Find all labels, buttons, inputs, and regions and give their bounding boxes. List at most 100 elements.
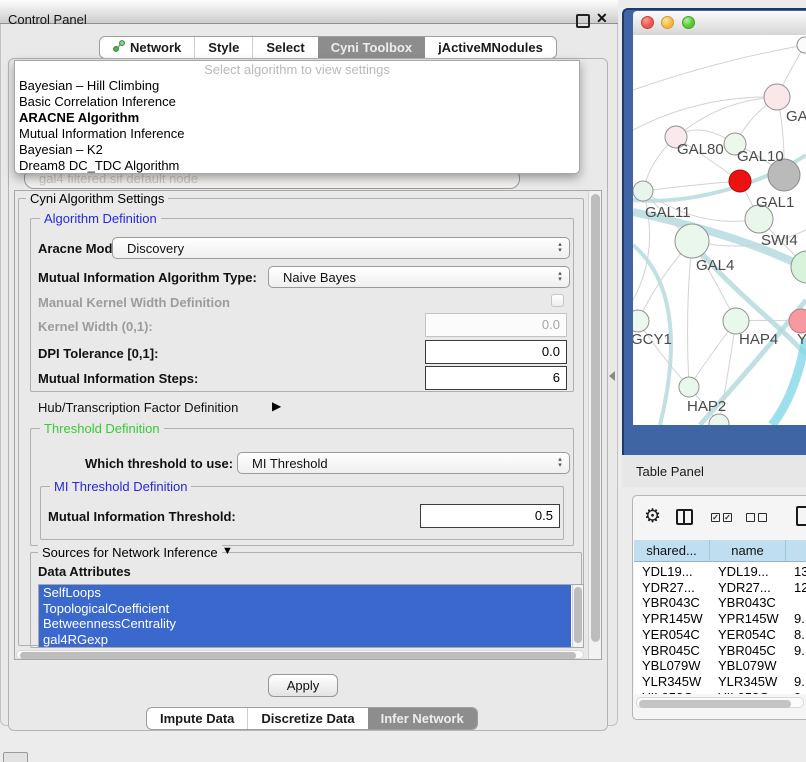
network-node-hap2[interactable] (679, 377, 699, 397)
data-attributes-list[interactable]: SelfLoopsTopologicalCoefficientBetweenne… (38, 584, 584, 648)
table-cell[interactable]: YDL19... (642, 564, 710, 579)
tab-style[interactable]: Style (194, 37, 252, 58)
table-cell[interactable]: 12 (794, 580, 806, 595)
network-node-partial-top[interactable] (797, 37, 806, 53)
network-node-gal11[interactable] (633, 181, 653, 201)
network-node-gcy1[interactable] (633, 310, 649, 332)
tab-label: Style (208, 40, 239, 55)
tab-cyni-toolbox[interactable]: Cyni Toolbox (318, 37, 425, 58)
close-icon[interactable]: ✕ (596, 10, 608, 27)
network-node-swi4[interactable] (791, 251, 806, 283)
mi-algorithm-type-label: Mutual Information Algorithm Type: (38, 270, 257, 285)
float-window-icon[interactable] (576, 14, 590, 28)
column-header-a[interactable]: A (786, 540, 806, 562)
select-all-checkboxes-icon[interactable]: ✓ ✓ (711, 513, 732, 522)
zoom-traffic-light-icon[interactable] (682, 16, 695, 29)
close-traffic-light-icon[interactable] (641, 16, 654, 29)
tab-select[interactable]: Select (252, 37, 317, 58)
table-cell[interactable]: YBR045C (718, 643, 786, 658)
algorithm-option-dream8-dc-tdc-algorithm[interactable]: Dream8 DC_TDC Algorithm (15, 158, 579, 174)
network-node-gal-clipped[interactable] (764, 84, 790, 110)
mi-steps-field[interactable]: 6 (425, 366, 567, 390)
algorithm-option-mutual-information-inference[interactable]: Mutual Information Inference (15, 126, 579, 142)
attribute-item-topologicalcoefficient[interactable]: TopologicalCoefficient (39, 601, 571, 617)
table-cell[interactable]: YBR043C (642, 595, 710, 610)
table-cell[interactable]: YER054C (642, 627, 710, 642)
table-cell[interactable]: YIL052C (718, 690, 786, 694)
network-edge[interactable] (688, 241, 692, 387)
apply-button[interactable]: Apply (268, 674, 338, 697)
column-layout-icon[interactable] (676, 509, 693, 525)
bottom-left-button[interactable] (3, 752, 28, 762)
table-cell[interactable]: YPR145W (642, 611, 710, 626)
table-document-icon[interactable] (796, 506, 806, 526)
settings-gear-icon[interactable]: ⚙ (644, 505, 661, 528)
table-horizontal-scrollbar[interactable] (636, 697, 804, 708)
algorithm-option-bayesian-k2[interactable]: Bayesian – K2 (15, 142, 579, 158)
table-cell[interactable]: YDR27... (642, 580, 710, 595)
mi-algorithm-type-select[interactable]: Naive Bayes ▴▾ (268, 266, 570, 288)
network-node-y-clipped[interactable] (789, 309, 806, 333)
mi-threshold-field[interactable]: 0.5 (420, 504, 560, 528)
node-table[interactable]: shared...nameAYDL19...YDL19...13YDR27...… (634, 540, 806, 694)
settings-vertical-scrollbar[interactable] (588, 191, 601, 659)
algorithm-option-bayesian-hill-climbing[interactable]: Bayesian – Hill Climbing (15, 78, 579, 94)
network-node-red-node[interactable] (729, 170, 751, 192)
stepper-arrows-icon: ▴▾ (551, 242, 569, 254)
algorithm-option-aracne-algorithm[interactable]: ARACNE Algorithm (15, 110, 579, 126)
table-cell[interactable]: 13 (794, 564, 806, 579)
table-cell[interactable]: YBR043C (718, 595, 786, 610)
attribute-list-scroll-thumb[interactable] (574, 587, 582, 643)
deselect-all-checkboxes-icon[interactable] (746, 513, 767, 522)
table-cell[interactable]: 9. (794, 643, 806, 658)
network-node-partial-bottom[interactable] (709, 414, 729, 425)
network-canvas[interactable]: GALGAL80GAL10GAL1GAL11GAL4SWI4GCY1HAP4YH… (633, 35, 806, 425)
sources-collapse-icon[interactable]: ▼ (222, 545, 233, 557)
network-window-titlebar[interactable] (633, 11, 806, 36)
column-header-name[interactable]: name (710, 540, 786, 562)
settings-horizontal-scrollbar[interactable] (16, 650, 584, 659)
minimize-traffic-light-icon[interactable] (661, 16, 674, 29)
table-cell[interactable]: 9 (794, 690, 806, 694)
splitter-handle[interactable] (609, 371, 615, 381)
control-panel-tabs: Network Style SelectCyni ToolboxjActiveMNo… (99, 36, 557, 59)
tab-infer-network[interactable]: Infer Network (368, 708, 477, 729)
table-cell[interactable]: YBR045C (642, 643, 710, 658)
column-header-shared[interactable]: shared... (634, 540, 710, 562)
settings-vertical-scroll-thumb[interactable] (591, 194, 600, 642)
table-cell[interactable]: YIL052C (642, 690, 710, 694)
which-threshold-select[interactable]: MI Threshold ▴▾ (237, 452, 570, 474)
tab-jactivemnodules[interactable]: jActiveMNodules (425, 37, 556, 58)
table-cell[interactable]: YBL079W (642, 658, 710, 673)
tab-network[interactable]: Network (100, 37, 194, 58)
table-cell[interactable]: YLR345W (642, 674, 710, 689)
table-horizontal-scroll-thumb[interactable] (639, 700, 791, 708)
table-cell[interactable]: 9. (794, 674, 806, 689)
table-cell[interactable]: YDL19... (718, 564, 786, 579)
table-cell[interactable]: 9. (794, 611, 806, 626)
manual-kernel-width-checkbox[interactable] (551, 294, 564, 307)
dpi-tolerance-field[interactable]: 0.0 (425, 340, 567, 364)
network-edge[interactable] (772, 338, 806, 425)
network-edge[interactable] (633, 45, 805, 90)
table-cell[interactable]: 8. (794, 627, 806, 642)
tab-discretize-data[interactable]: Discretize Data (247, 708, 367, 729)
settings-horizontal-scroll-thumb[interactable] (20, 652, 576, 659)
tab-label: Network (130, 40, 181, 55)
table-cell[interactable]: YLR345W (718, 674, 786, 689)
table-cell[interactable]: YDR27... (718, 580, 786, 595)
hub-expand-icon[interactable]: ▶ (272, 399, 281, 413)
table-cell[interactable]: YER054C (718, 627, 786, 642)
aracne-mode-select[interactable]: Discovery ▴▾ (112, 237, 570, 259)
kernel-width-field[interactable]: 0.0 (425, 313, 567, 337)
attribute-item-betweennesscentrality[interactable]: BetweennessCentrality (39, 616, 571, 632)
table-cell[interactable]: YPR145W (718, 611, 786, 626)
attribute-item-selfloops[interactable]: SelfLoops (39, 585, 571, 601)
table-cell[interactable]: YBL079W (718, 658, 786, 673)
network-edge[interactable] (633, 97, 777, 130)
network-node-gal4[interactable] (675, 224, 709, 258)
attribute-item-gal4rgexp[interactable]: gal4RGexp (39, 632, 571, 648)
algorithm-option-basic-correlation-inference[interactable]: Basic Correlation Inference (15, 94, 579, 110)
tab-impute-data[interactable]: Impute Data (147, 708, 247, 729)
attribute-list-scrollbar[interactable] (572, 585, 583, 647)
